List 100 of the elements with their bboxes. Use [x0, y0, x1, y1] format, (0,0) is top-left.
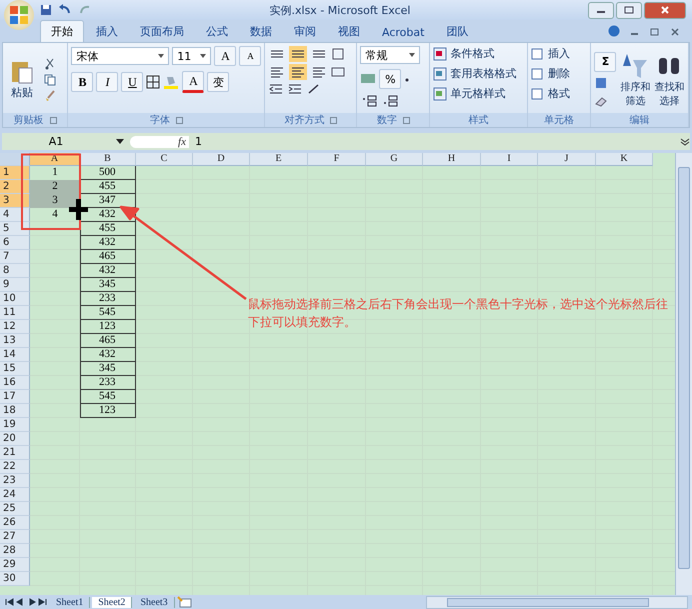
sort-filter-button[interactable]: 排序和 筛选	[620, 52, 650, 108]
row-header[interactable]: 22	[0, 460, 30, 474]
row-header[interactable]: 4	[0, 208, 30, 222]
underline-button[interactable]: U	[121, 72, 144, 92]
ribbon-tab[interactable]: 开始	[40, 20, 84, 42]
minimize-button[interactable]	[588, 2, 614, 18]
office-button[interactable]	[4, 0, 34, 30]
decrease-decimal-icon[interactable]	[381, 94, 400, 108]
styles-menu-button[interactable]: 套用表格格式	[433, 66, 524, 81]
column-header[interactable]: C	[136, 153, 193, 166]
vertical-scrollbar[interactable]	[675, 153, 692, 595]
row-header[interactable]: 12	[0, 320, 30, 334]
undo-icon[interactable]	[58, 4, 72, 16]
cells-menu-button[interactable]: 删除	[530, 66, 588, 81]
phonetic-button[interactable]: 变	[207, 72, 230, 92]
brush-icon[interactable]	[44, 90, 56, 102]
column-header[interactable]: D	[193, 153, 250, 166]
restore-icon[interactable]	[650, 27, 660, 37]
insert-sheet-icon[interactable]	[176, 596, 193, 608]
row-header[interactable]: 28	[0, 544, 30, 558]
insert-function-button[interactable]: fx	[130, 136, 189, 148]
cells-menu-button[interactable]: 插入	[530, 46, 588, 61]
autosum-button[interactable]: Σ	[594, 52, 616, 72]
sheet-tab[interactable]: Sheet2	[92, 596, 132, 608]
row-header[interactable]: 27	[0, 530, 30, 544]
number-format-field[interactable]: 常规	[360, 46, 420, 64]
launcher-icon[interactable]	[330, 116, 338, 124]
outdent-icon[interactable]	[268, 82, 284, 96]
fill-color-icon[interactable]	[163, 74, 180, 90]
row-header[interactable]: 5	[0, 222, 30, 236]
styles-menu-button[interactable]: 条件格式	[433, 46, 524, 61]
align-icon[interactable]	[289, 46, 308, 62]
row-header[interactable]: 29	[0, 558, 30, 572]
column-header[interactable]: E	[250, 153, 308, 166]
launcher-icon[interactable]	[50, 116, 57, 124]
bold-button[interactable]: B	[71, 72, 94, 92]
row-header[interactable]: 7	[0, 250, 30, 264]
font-size-field[interactable]: 11	[172, 47, 212, 65]
row-header[interactable]: 2	[0, 180, 30, 194]
sheet-tab[interactable]: Sheet1	[50, 596, 90, 608]
row-header[interactable]: 26	[0, 516, 30, 530]
row-header[interactable]: 9	[0, 278, 30, 292]
row-header[interactable]: 3	[0, 194, 30, 208]
name-box[interactable]: A1	[2, 135, 110, 148]
copy-icon[interactable]	[44, 74, 56, 86]
row-header[interactable]: 20	[0, 432, 30, 446]
italic-button[interactable]: I	[96, 72, 118, 92]
fill-icon[interactable]	[594, 76, 608, 90]
scrollbar-thumb[interactable]	[447, 598, 649, 606]
sheet-navigation-icon[interactable]	[4, 597, 48, 607]
column-header[interactable]: K	[596, 153, 653, 166]
styles-menu-button[interactable]: 单元格样式	[433, 86, 524, 101]
horizontal-scrollbar[interactable]	[426, 596, 688, 608]
sheet-tab[interactable]: Sheet3	[134, 596, 175, 608]
close-icon[interactable]	[670, 27, 680, 37]
shrink-font-button[interactable]: A	[239, 46, 262, 66]
row-header[interactable]: 14	[0, 348, 30, 362]
ribbon-tab[interactable]: 插入	[86, 21, 128, 42]
expand-icon[interactable]	[680, 136, 690, 146]
scissors-icon[interactable]	[44, 58, 56, 70]
launcher-icon[interactable]	[176, 116, 183, 124]
ribbon-tab[interactable]: 数据	[240, 21, 282, 42]
row-header[interactable]: 11	[0, 306, 30, 320]
ribbon-tab[interactable]: Acrobat	[372, 23, 434, 42]
percent-button[interactable]: %	[379, 69, 402, 89]
column-header[interactable]: B	[80, 153, 136, 166]
launcher-icon[interactable]	[402, 116, 410, 124]
close-button[interactable]	[644, 2, 686, 18]
row-header[interactable]: 16	[0, 376, 30, 390]
increase-decimal-icon[interactable]	[360, 94, 378, 108]
row-header[interactable]: 30	[0, 572, 30, 586]
row-header[interactable]: 24	[0, 488, 30, 502]
find-select-button[interactable]: 查找和 选择	[654, 52, 684, 108]
save-icon[interactable]	[40, 4, 52, 16]
row-header[interactable]: 1	[0, 166, 30, 180]
row-header[interactable]: 23	[0, 474, 30, 488]
row-header[interactable]: 10	[0, 292, 30, 306]
column-header[interactable]: F	[308, 153, 366, 166]
ribbon-tab[interactable]: 视图	[328, 21, 370, 42]
column-header[interactable]: H	[423, 153, 481, 166]
formula-field[interactable]: 1	[195, 135, 674, 148]
ribbon-tab[interactable]: 页面布局	[130, 21, 194, 42]
select-all-corner[interactable]	[0, 153, 30, 166]
merge-icon[interactable]	[331, 65, 346, 79]
ribbon-tab[interactable]: 公式	[196, 21, 238, 42]
indent-icon[interactable]	[287, 82, 304, 96]
wrap-text-icon[interactable]	[331, 47, 346, 61]
cells-menu-button[interactable]: 格式	[530, 86, 588, 101]
row-header[interactable]: 25	[0, 502, 30, 516]
dropdown-icon[interactable]	[116, 139, 124, 144]
ribbon-tab[interactable]: 审阅	[284, 21, 326, 42]
row-header[interactable]: 15	[0, 362, 30, 376]
maximize-button[interactable]	[616, 2, 642, 18]
borders-icon[interactable]	[146, 75, 160, 89]
grow-font-button[interactable]: A	[214, 46, 236, 66]
column-header[interactable]: I	[481, 153, 538, 166]
row-header[interactable]: 19	[0, 418, 30, 432]
row-header[interactable]: 13	[0, 334, 30, 348]
row-header[interactable]: 17	[0, 390, 30, 404]
font-color-button[interactable]: A	[182, 71, 204, 93]
